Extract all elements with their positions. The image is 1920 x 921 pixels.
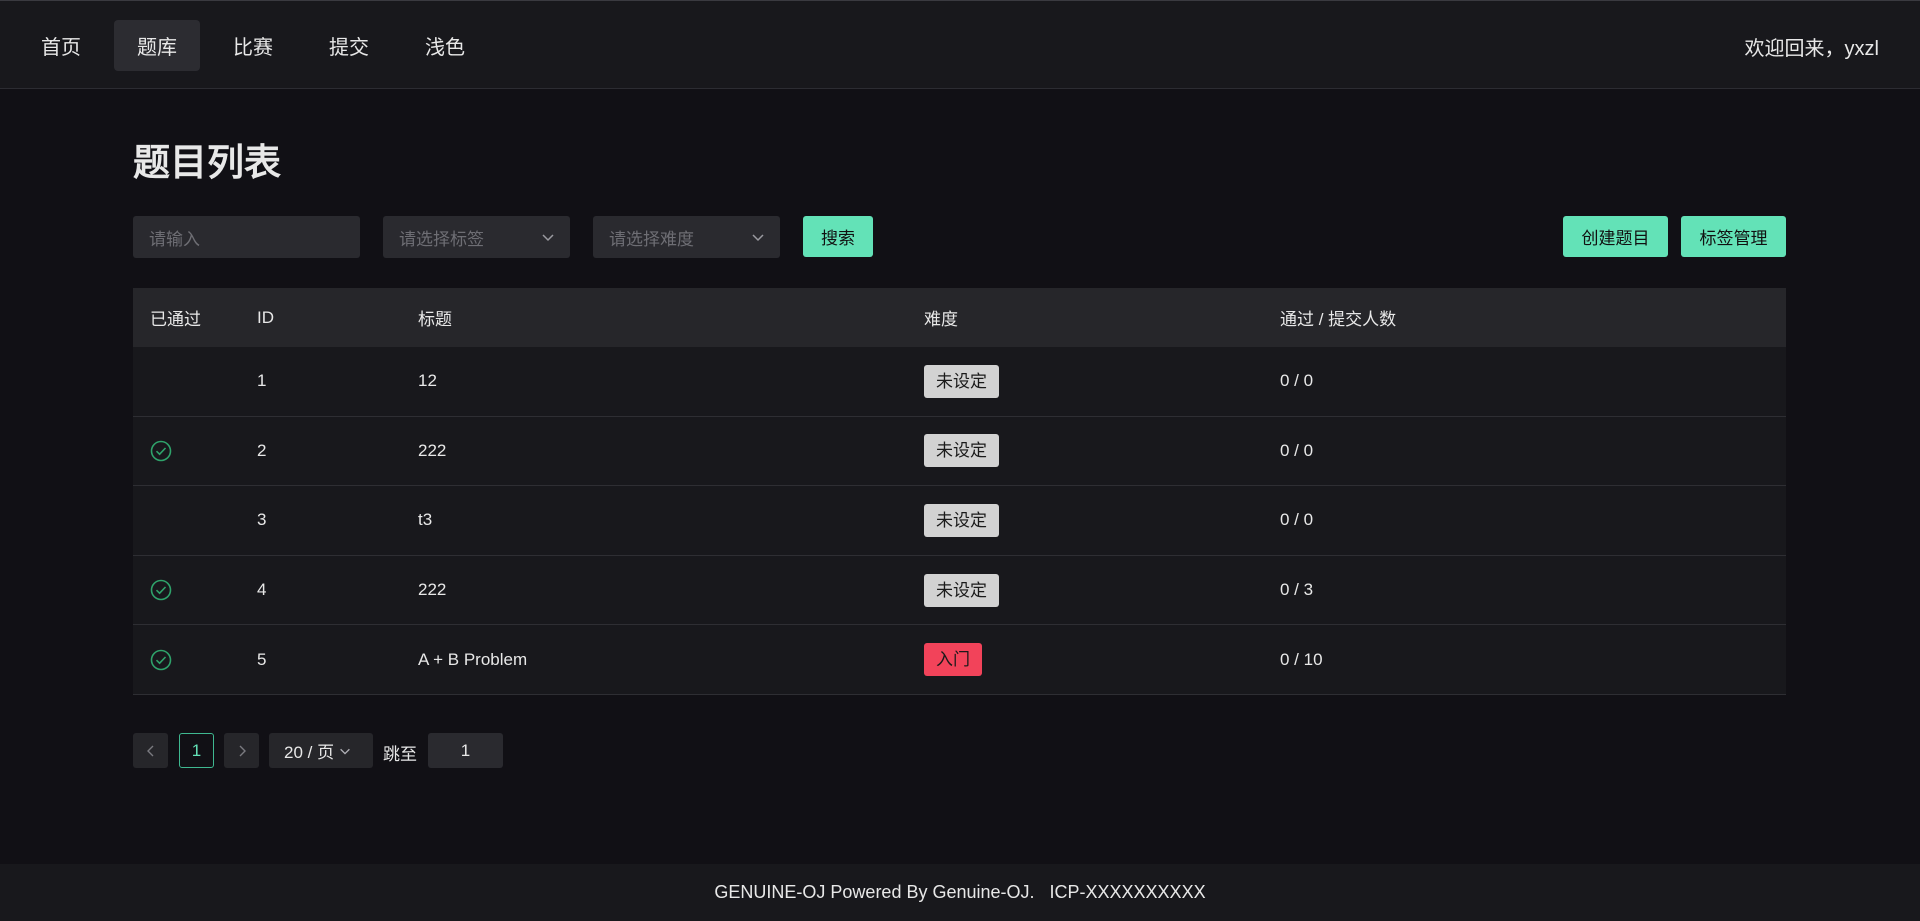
cell-stats: 0 / 0 <box>1280 440 1314 460</box>
chevron-down-icon <box>542 234 554 242</box>
header-passed: 已通过 <box>150 310 201 329</box>
difficulty-badge: 入门 <box>924 643 982 677</box>
footer-text: GENUINE-OJ Powered By Genuine-OJ. ICP-XX… <box>714 882 1206 902</box>
cell-id: 4 <box>257 580 267 600</box>
page-size-value: 20 / 页 <box>284 743 335 762</box>
top-navbar: 首页 题库 比赛 提交 浅色 欢迎回来，yxzl <box>0 0 1920 89</box>
tag-select-placeholder: 请选择标签 <box>399 229 484 249</box>
footer: GENUINE-OJ Powered By Genuine-OJ. ICP-XX… <box>0 864 1920 921</box>
cell-id: 3 <box>257 510 267 530</box>
tag-select[interactable]: 请选择标签 <box>383 216 570 258</box>
cell-title-link[interactable]: A + B Problem <box>418 650 924 670</box>
problem-table: 已通过 ID 标题 难度 通过 / 提交人数 1 12 未设定 0 / 0 2 222 未设… <box>133 288 1786 695</box>
difficulty-badge: 未设定 <box>924 503 999 537</box>
cell-id: 1 <box>257 371 267 391</box>
main-nav: 首页 题库 比赛 提交 浅色 <box>18 20 488 71</box>
nav-item-contests[interactable]: 比赛 <box>210 20 296 71</box>
search-button[interactable]: 搜索 <box>803 216 873 257</box>
difficulty-select[interactable]: 请选择难度 <box>593 216 780 258</box>
jump-to-label: 跳至 <box>383 745 417 764</box>
cell-stats: 0 / 3 <box>1280 580 1314 600</box>
table-row[interactable]: 2 222 未设定 0 / 0 <box>133 416 1786 487</box>
search-input-placeholder: 请输入 <box>149 229 200 249</box>
difficulty-badge: 未设定 <box>924 434 999 468</box>
next-page-button[interactable] <box>224 733 259 768</box>
chevron-left-icon <box>146 745 153 756</box>
cell-title-link[interactable]: 222 <box>418 441 924 461</box>
cell-difficulty: 未设定 <box>924 573 1280 607</box>
jump-to-page-input[interactable]: 1 <box>428 733 503 768</box>
header-stats: 通过 / 提交人数 <box>1280 310 1397 329</box>
table-header: 已通过 ID 标题 难度 通过 / 提交人数 <box>133 288 1786 347</box>
nav-item-submissions[interactable]: 提交 <box>306 20 392 71</box>
table-body: 1 12 未设定 0 / 0 2 222 未设定 0 / 0 3 t3 未设定 0 / 0 4 222 未设… <box>133 347 1786 695</box>
chevron-down-icon <box>340 748 350 755</box>
nav-item-theme-toggle[interactable]: 浅色 <box>402 20 488 71</box>
cell-title-link[interactable]: t3 <box>418 510 924 530</box>
chevron-down-icon <box>752 234 764 242</box>
header-id: ID <box>257 307 274 327</box>
cell-difficulty: 未设定 <box>924 364 1280 398</box>
cell-title-link[interactable]: 222 <box>418 580 924 600</box>
page-size-select[interactable]: 20 / 页 <box>269 733 373 768</box>
difficulty-badge: 未设定 <box>924 573 999 607</box>
page-number-button[interactable]: 1 <box>179 733 214 768</box>
cell-stats: 0 / 0 <box>1280 510 1314 530</box>
cell-stats: 0 / 0 <box>1280 371 1314 391</box>
cell-difficulty: 未设定 <box>924 434 1280 468</box>
table-row[interactable]: 3 t3 未设定 0 / 0 <box>133 486 1786 556</box>
check-circle-icon <box>150 440 172 462</box>
header-difficulty: 难度 <box>924 310 958 329</box>
table-row[interactable]: 5 A + B Problem 入门 0 / 10 <box>133 625 1786 695</box>
search-input[interactable]: 请输入 <box>133 216 360 258</box>
prev-page-button[interactable] <box>133 733 168 768</box>
cell-passed <box>133 579 257 601</box>
cell-difficulty: 入门 <box>924 643 1280 677</box>
tag-management-button[interactable]: 标签管理 <box>1681 216 1786 257</box>
cell-passed <box>133 440 257 462</box>
check-circle-icon <box>150 579 172 601</box>
chevron-right-icon <box>239 745 246 756</box>
check-circle-icon <box>150 649 172 670</box>
welcome-user-menu[interactable]: 欢迎回来，yxzl <box>1745 32 1879 61</box>
page-title: 题目列表 <box>133 142 281 183</box>
cell-title-link[interactable]: 12 <box>418 371 924 391</box>
table-row[interactable]: 1 12 未设定 0 / 0 <box>133 347 1786 417</box>
table-row[interactable]: 4 222 未设定 0 / 3 <box>133 555 1786 626</box>
nav-item-home[interactable]: 首页 <box>18 20 104 71</box>
header-title: 标题 <box>418 310 452 329</box>
difficulty-select-placeholder: 请选择难度 <box>609 229 694 249</box>
cell-id: 5 <box>257 649 267 669</box>
create-problem-button[interactable]: 创建题目 <box>1563 216 1668 257</box>
cell-passed <box>133 649 257 671</box>
cell-difficulty: 未设定 <box>924 503 1280 537</box>
nav-item-problems[interactable]: 题库 <box>114 20 200 71</box>
cell-stats: 0 / 10 <box>1280 649 1323 669</box>
cell-id: 2 <box>257 440 267 460</box>
difficulty-badge: 未设定 <box>924 364 999 398</box>
